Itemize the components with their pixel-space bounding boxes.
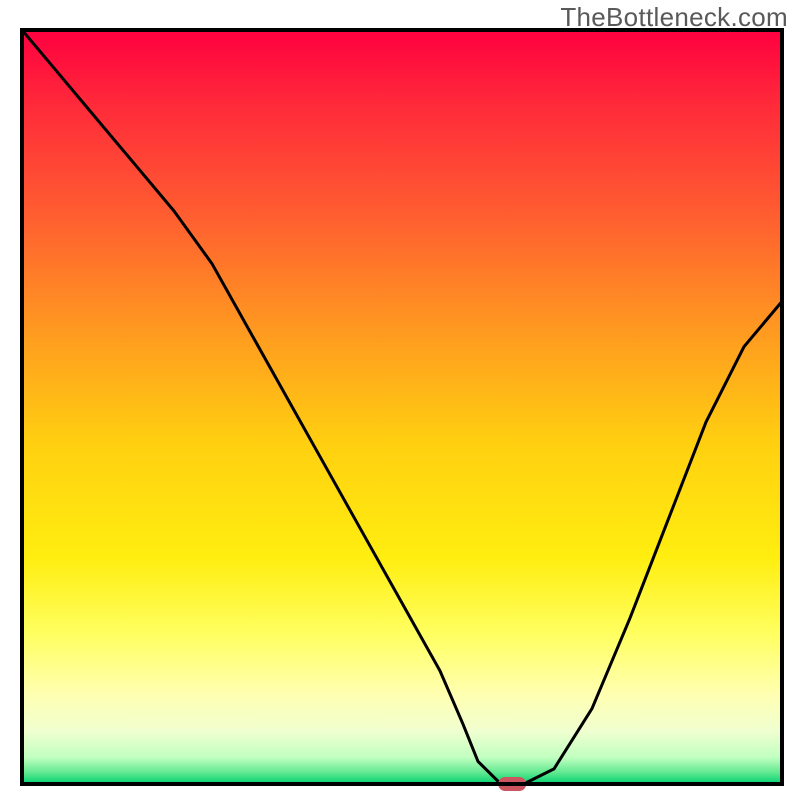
bottleneck-chart xyxy=(0,0,800,800)
chart-wrapper: TheBottleneck.com xyxy=(0,0,800,800)
watermark-label: TheBottleneck.com xyxy=(560,2,788,33)
